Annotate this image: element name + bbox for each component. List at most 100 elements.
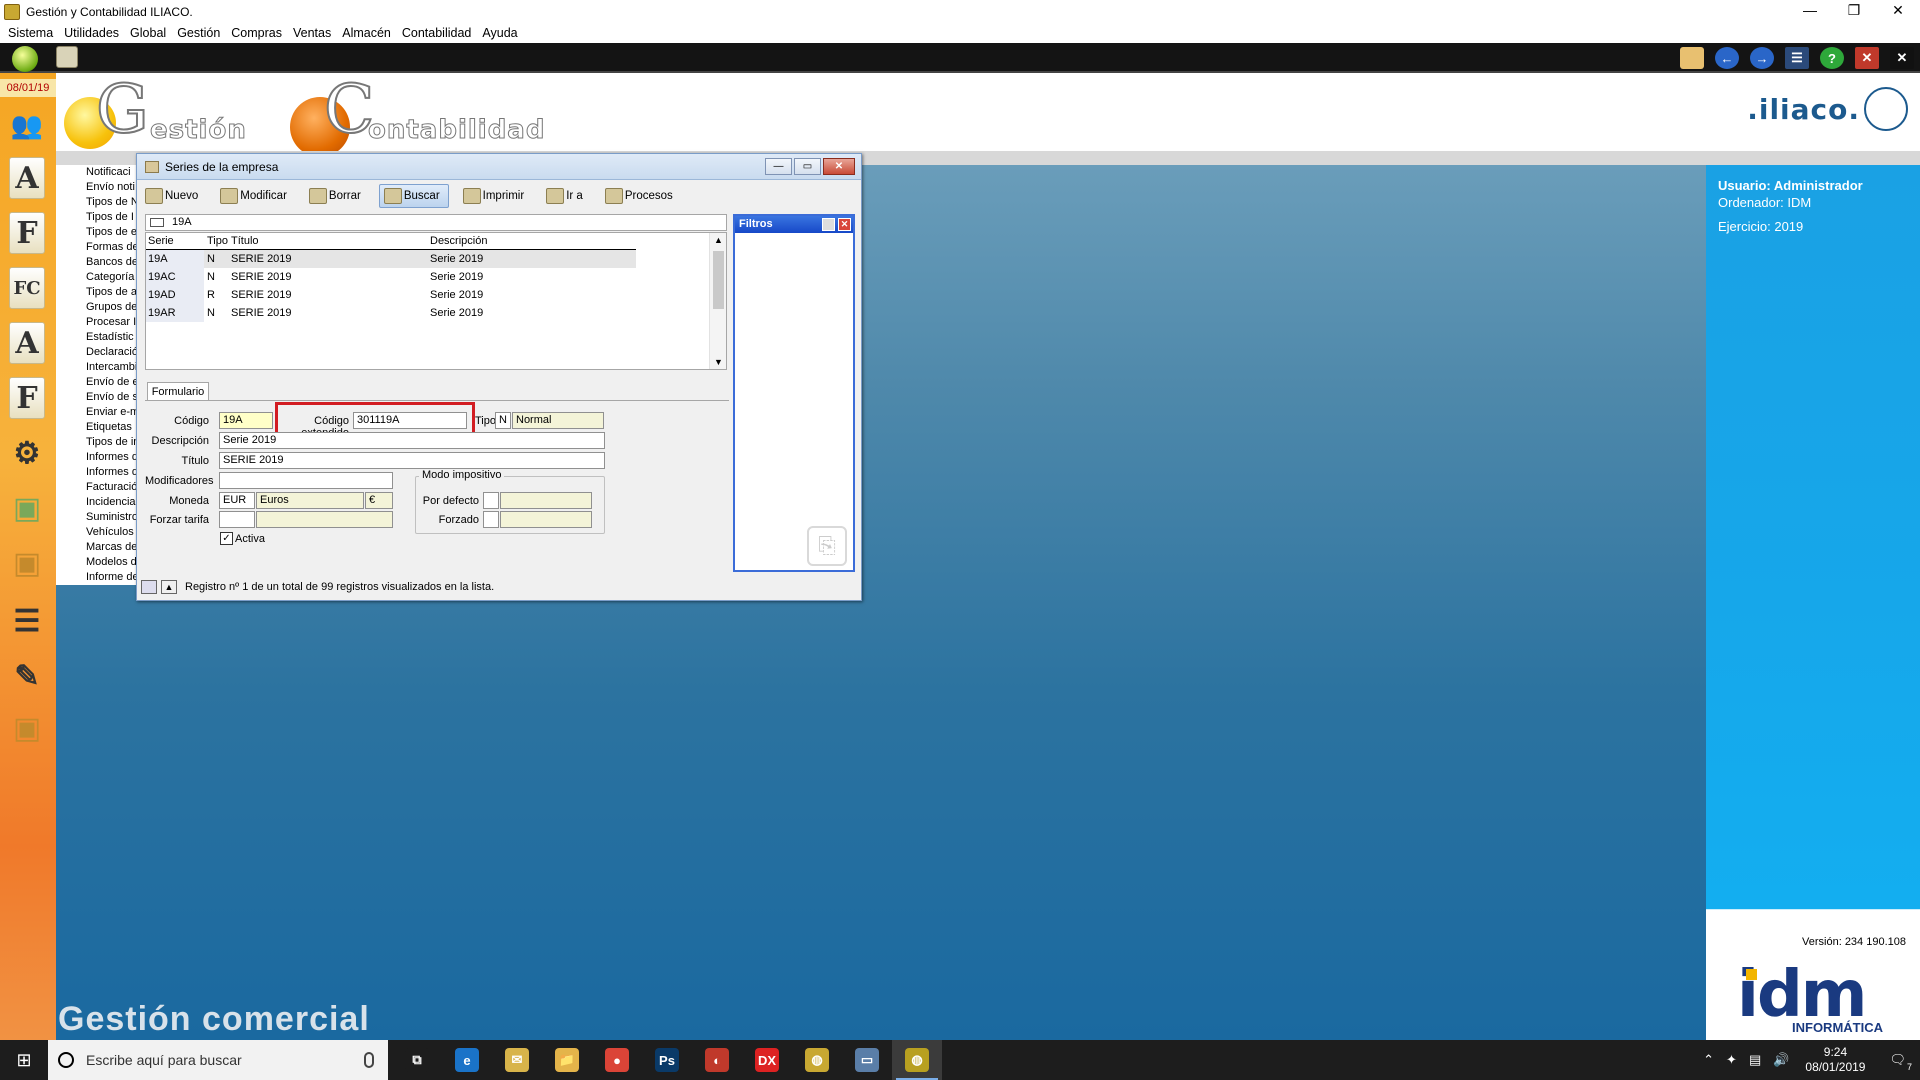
tipo-code-field[interactable]: N: [495, 412, 511, 429]
procesos-button[interactable]: Procesos: [601, 184, 681, 208]
list-item[interactable]: Marcas de: [56, 540, 137, 555]
moneda-code-field[interactable]: EUR: [219, 492, 255, 509]
menu-sistema[interactable]: Sistema: [8, 26, 53, 40]
list-item[interactable]: Formas de: [56, 240, 137, 255]
search-input[interactable]: 19A: [145, 214, 727, 231]
back-arrow-icon[interactable]: ←: [1715, 47, 1739, 69]
modificar-button[interactable]: Modificar: [216, 184, 295, 208]
dialog-maximize-button[interactable]: ▭: [794, 158, 821, 175]
menu-ayuda[interactable]: Ayuda: [482, 26, 517, 40]
modificadores-field[interactable]: [219, 472, 393, 489]
table-row[interactable]: 19AD R SERIE 2019 Serie 2019: [146, 286, 636, 304]
microphone-icon[interactable]: [364, 1052, 374, 1068]
scroll-down-icon[interactable]: ▼: [710, 357, 727, 367]
gear-icon[interactable]: ⚙: [4, 430, 50, 476]
list-item[interactable]: Informes d: [56, 450, 137, 465]
chrome-icon[interactable]: ●: [592, 1040, 642, 1080]
taskbar-search-input[interactable]: Escribe aquí para buscar: [48, 1040, 388, 1080]
tab-formulario[interactable]: Formulario: [147, 382, 209, 400]
collapse-up-icon[interactable]: ▲: [161, 580, 177, 594]
list-item[interactable]: Grupos de: [56, 300, 137, 315]
minimize-button[interactable]: —: [1788, 0, 1832, 23]
list-item[interactable]: Envío noti: [56, 180, 137, 195]
clock[interactable]: 9:24 08/01/2019: [1805, 1045, 1865, 1075]
menu-global[interactable]: Global: [130, 26, 166, 40]
menu-ventas[interactable]: Ventas: [293, 26, 331, 40]
table-row[interactable]: 19A N SERIE 2019 Serie 2019: [146, 250, 636, 268]
task-view-icon[interactable]: ⧉: [392, 1040, 442, 1080]
list-item[interactable]: Tipos de a: [56, 285, 137, 300]
dx-icon[interactable]: DX: [742, 1040, 792, 1080]
list-item[interactable]: Envío de s: [56, 390, 137, 405]
list-item[interactable]: Facturació: [56, 480, 137, 495]
sidebar-a2-icon[interactable]: A: [4, 320, 50, 366]
edge-icon[interactable]: e: [442, 1040, 492, 1080]
dialog-close-button[interactable]: ✕: [823, 158, 855, 175]
list-item[interactable]: Tipos de e: [56, 225, 137, 240]
list-item[interactable]: Procesar I: [56, 315, 137, 330]
network-icon[interactable]: ▤: [1749, 1052, 1761, 1068]
list-item[interactable]: Informes d: [56, 465, 137, 480]
list-item[interactable]: Envío de e: [56, 375, 137, 390]
list-icon[interactable]: ☰: [4, 598, 50, 644]
windows-start-icon[interactable]: ⊞: [0, 1040, 48, 1080]
list-item[interactable]: Bancos de: [56, 255, 137, 270]
status-keyboard-icon[interactable]: [141, 580, 157, 594]
app-icon[interactable]: ◐: [692, 1040, 742, 1080]
menu-almacen[interactable]: Almacén: [342, 26, 391, 40]
pen-icon[interactable]: ✎: [4, 653, 50, 699]
close-window-icon[interactable]: ✕: [1855, 47, 1879, 69]
buscar-button[interactable]: Buscar: [378, 184, 449, 208]
titulo-field[interactable]: SERIE 2019: [219, 452, 605, 469]
list-item[interactable]: Modelos d: [56, 555, 137, 570]
bag-icon-2[interactable]: ▣: [4, 540, 50, 586]
restore-button[interactable]: ❐: [1832, 0, 1876, 23]
iliaco-active-icon[interactable]: ◍: [892, 1040, 942, 1080]
menu-compras[interactable]: Compras: [231, 26, 282, 40]
list-item[interactable]: Incidencia: [56, 495, 137, 510]
forzar-tarifa-code-field[interactable]: [219, 511, 255, 528]
table-row[interactable]: 19AC N SERIE 2019 Serie 2019: [146, 268, 636, 286]
explorer-icon[interactable]: 📁: [542, 1040, 592, 1080]
col-titulo[interactable]: Título: [230, 233, 430, 249]
list-item[interactable]: Estadístic: [56, 330, 137, 345]
iliaco-icon[interactable]: ◍: [792, 1040, 842, 1080]
sidebar-fc-icon[interactable]: FC: [4, 265, 50, 311]
mail-icon[interactable]: ✉: [492, 1040, 542, 1080]
dialog-minimize-button[interactable]: —: [765, 158, 792, 175]
list-item[interactable]: Vehículos: [56, 525, 137, 540]
scroll-up-icon[interactable]: ▲: [710, 235, 727, 245]
list-item[interactable]: Etiquetas: [56, 420, 137, 435]
col-descripcion[interactable]: Descripción: [430, 233, 630, 249]
col-tipo[interactable]: Tipo: [204, 233, 230, 249]
descripcion-field[interactable]: Serie 2019: [219, 432, 605, 449]
home-orb-icon[interactable]: [12, 46, 38, 72]
bag-icon-3[interactable]: ▣: [4, 705, 50, 751]
bag-icon[interactable]: ▣: [4, 485, 50, 531]
notes-icon[interactable]: [56, 46, 78, 68]
sidebar-f2-icon[interactable]: F: [4, 375, 50, 421]
sidebar-a-icon[interactable]: A: [4, 155, 50, 201]
windows-icon[interactable]: ☰: [1785, 47, 1809, 69]
forward-arrow-icon[interactable]: →: [1750, 47, 1774, 69]
list-item[interactable]: Enviar e-m: [56, 405, 137, 420]
nuevo-button[interactable]: Nuevo: [141, 184, 206, 208]
por-defecto-code-field[interactable]: [483, 492, 499, 509]
notifications-icon[interactable]: 🗨 7: [1889, 1052, 1912, 1072]
filters-close-icon[interactable]: ✕: [838, 218, 851, 231]
dropbox-icon[interactable]: ✦: [1726, 1052, 1737, 1068]
forzado-code-field[interactable]: [483, 511, 499, 528]
menu-contabilidad[interactable]: Contabilidad: [402, 26, 472, 40]
codigo-ext-field[interactable]: 301119A: [353, 412, 467, 429]
list-item[interactable]: Tipos de I: [56, 210, 137, 225]
list-item[interactable]: Declaració: [56, 345, 137, 360]
activa-checkbox[interactable]: ✓: [220, 532, 233, 545]
ir-a-button[interactable]: Ir a: [542, 184, 591, 208]
list-item[interactable]: Tipos de in: [56, 435, 137, 450]
sidebar-f-icon[interactable]: F: [4, 210, 50, 256]
scroll-thumb[interactable]: [713, 251, 724, 309]
list-item[interactable]: Informe de: [56, 570, 137, 585]
list-item[interactable]: Intercambi: [56, 360, 137, 375]
list-item[interactable]: Notificaci: [56, 165, 137, 180]
menu-gestion[interactable]: Gestión: [177, 26, 220, 40]
